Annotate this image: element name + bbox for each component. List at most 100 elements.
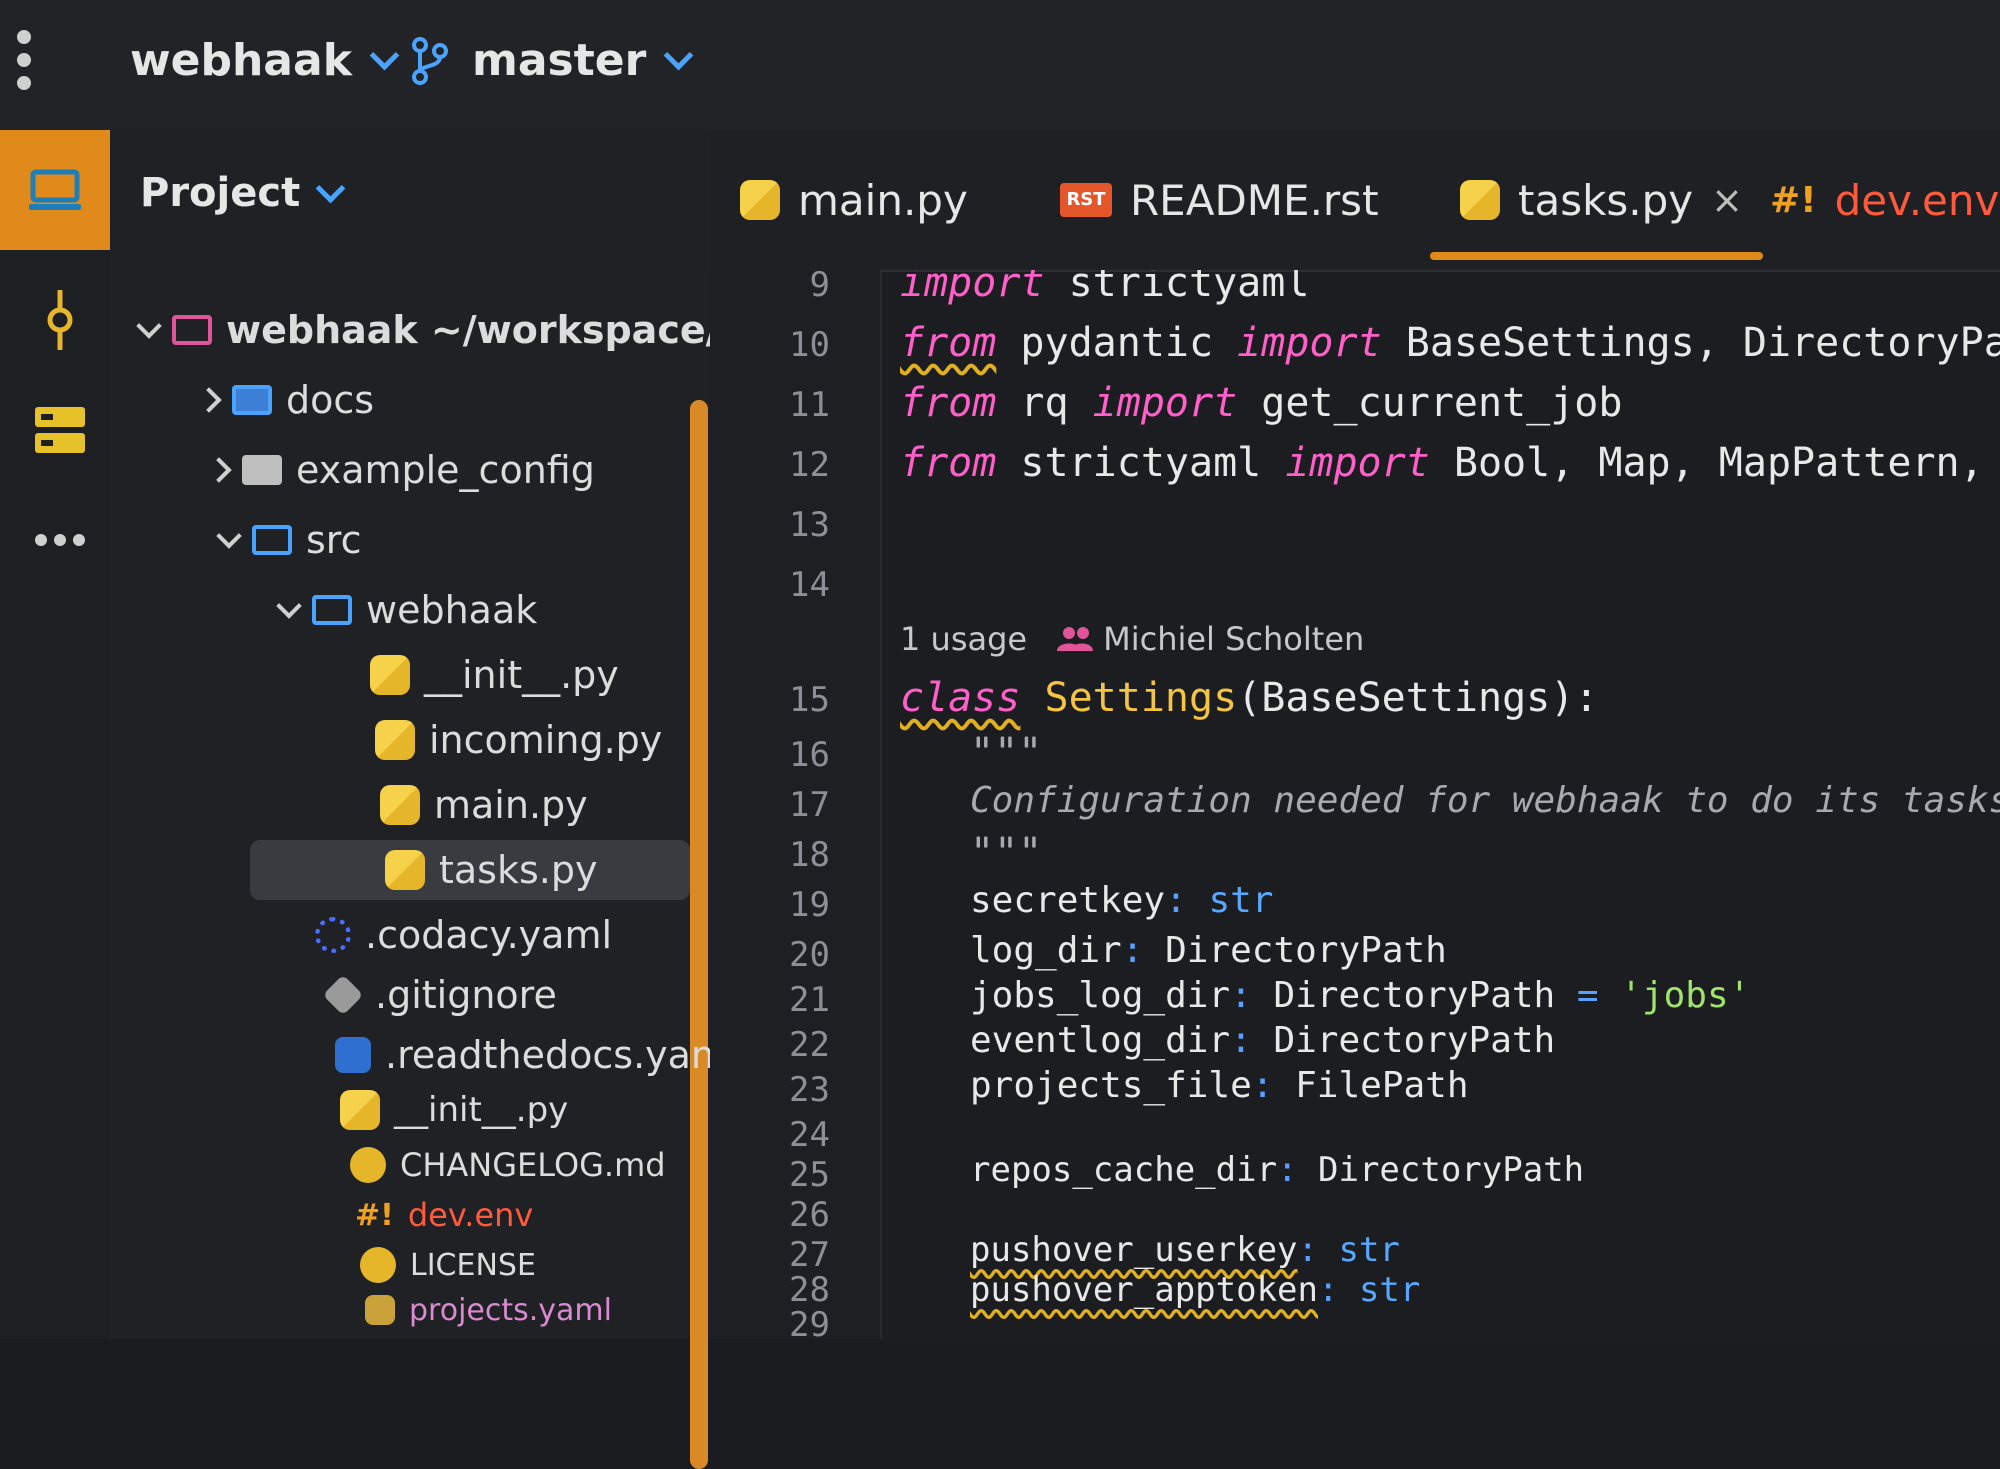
tab-dev-env[interactable]: #! dev.env: [1770, 160, 1999, 240]
project-panel-header[interactable]: Project: [140, 170, 346, 216]
tab-readme-rst[interactable]: RST README.rst: [1060, 160, 1379, 240]
usage-count[interactable]: 1 usage: [900, 620, 1027, 658]
tree-item-incoming-py[interactable]: incoming.py: [375, 710, 662, 770]
author-hint[interactable]: Michiel Scholten: [1057, 620, 1364, 658]
tree-item-root-init-py[interactable]: __init__.py: [340, 1080, 568, 1140]
tree-root[interactable]: webhaak ~/workspace/pr: [136, 300, 765, 360]
tree-item-example-config[interactable]: example_config: [206, 440, 595, 500]
keyword: from: [900, 440, 997, 486]
structure-tool-button[interactable]: [30, 400, 90, 460]
code-text: =: [1555, 975, 1621, 1016]
branch-switcher[interactable]: master: [410, 35, 694, 86]
menu-icon[interactable]: [12, 30, 36, 90]
python-icon: [370, 655, 410, 695]
tab-label: dev.env: [1834, 175, 2000, 225]
tree-item-projects-yaml[interactable]: projects.yaml: [365, 1280, 612, 1340]
field-name: secretkey: [970, 880, 1166, 921]
rst-icon: RST: [1060, 183, 1112, 217]
tree-scrollbar[interactable]: [690, 400, 708, 1469]
code-line-16: """: [970, 730, 1043, 776]
chevron-right-icon: [196, 387, 222, 413]
line-number: 16: [789, 735, 830, 775]
type-name: str: [1208, 880, 1274, 921]
field-name: log_dir: [970, 930, 1122, 971]
python-icon: [740, 180, 780, 220]
structure-icon: [35, 407, 85, 453]
line-number: 25: [789, 1155, 830, 1195]
tool-window-strip: [0, 130, 110, 1339]
line-number: 28: [789, 1270, 830, 1310]
code-text: get_current_job: [1237, 380, 1623, 426]
line-number: 13: [789, 505, 830, 545]
tree-item-label: webhaak: [366, 588, 538, 632]
code-text: :: [1165, 880, 1209, 921]
top-toolbar: webhaak master: [0, 0, 2000, 132]
code-text: :: [1230, 1020, 1274, 1061]
code-line-28: pushover_apptoken: str: [970, 1270, 1420, 1310]
python-icon: [385, 850, 425, 890]
editor-tabs: main.py RST README.rst tasks.py × #! dev…: [710, 130, 2000, 272]
code-vision-hint[interactable]: 1 usage Michiel Scholten: [900, 620, 1364, 658]
folder-icon: [172, 315, 212, 345]
python-icon: [380, 785, 420, 825]
type-name: DirectoryPath: [1273, 1020, 1556, 1061]
type-name: DirectoryPath: [1165, 930, 1447, 971]
more-tools-button[interactable]: [30, 510, 90, 570]
field-name: projects_file: [970, 1065, 1252, 1106]
tree-item-docs[interactable]: docs: [196, 370, 375, 430]
tree-item-gitignore[interactable]: .gitignore: [322, 965, 557, 1025]
tree-item-main-py[interactable]: main.py: [380, 775, 588, 835]
field-name: eventlog_dir: [970, 1020, 1231, 1061]
line-number-gutter: 9 10 11 12 13 14 15 16 17 18 19 20 21 22…: [710, 265, 882, 1345]
tree-item-label: dev.env: [407, 1196, 534, 1234]
tree-item-codacy[interactable]: .codacy.yaml: [315, 905, 612, 965]
tree-item-label: __init__.py: [424, 653, 619, 697]
project-tool-button[interactable]: [0, 130, 110, 250]
code-editor[interactable]: import strictyaml from pydantic import B…: [900, 270, 2000, 1339]
line-number: 9: [809, 265, 830, 305]
code-text: pydantic: [996, 320, 1238, 366]
folder-icon: [312, 595, 352, 625]
tree-item-label: docs: [286, 378, 375, 422]
tree-item-label: .codacy.yaml: [365, 913, 613, 957]
keyword: class: [900, 675, 1021, 721]
monitor-icon: [29, 169, 81, 210]
book-icon: [335, 1037, 371, 1073]
env-icon: #!: [1770, 179, 1817, 221]
keyword: import: [1092, 380, 1238, 426]
type-name: DirectoryPath: [1273, 975, 1556, 1016]
close-icon[interactable]: ×: [1711, 178, 1743, 222]
tree-item-label: src: [306, 518, 362, 562]
line-number: 21: [789, 980, 830, 1020]
tree-item-label: projects.yaml: [409, 1292, 612, 1328]
project-switcher[interactable]: webhaak: [130, 35, 400, 86]
keyword: from: [900, 320, 997, 366]
tree-item-readthedocs[interactable]: .readthedocs.yaml: [335, 1025, 739, 1085]
commit-tool-button[interactable]: [30, 290, 90, 350]
tree-item-tasks-py[interactable]: tasks.py: [250, 840, 690, 900]
changelog-icon: [350, 1147, 386, 1183]
python-icon: [375, 720, 415, 760]
type-name: FilePath: [1295, 1065, 1469, 1106]
code-line-23: projects_file: FilePath: [970, 1065, 1469, 1106]
tree-item-src[interactable]: src: [216, 510, 362, 570]
tab-main-py[interactable]: main.py: [740, 160, 968, 240]
field-name: jobs_log_dir: [970, 975, 1231, 1016]
tree-item-webhaak[interactable]: webhaak: [276, 580, 538, 640]
chevron-down-icon: [369, 40, 400, 71]
author-name: Michiel Scholten: [1103, 620, 1365, 658]
gitignore-icon: [322, 974, 364, 1016]
tab-tasks-py[interactable]: tasks.py ×: [1429, 160, 1764, 260]
code-text: :: [1277, 1150, 1318, 1190]
tree-item-label: LICENSE: [410, 1247, 536, 1283]
keyword: import: [900, 270, 1045, 306]
code-text: :: [1121, 930, 1166, 971]
type-name: str: [1358, 1270, 1421, 1310]
branch-icon: [412, 36, 448, 85]
code-line-17: Configuration needed for webhaak to do i…: [970, 780, 2000, 821]
code-text: :: [1318, 1270, 1359, 1310]
python-icon: [340, 1090, 380, 1130]
tree-item-init-py[interactable]: __init__.py: [370, 645, 619, 705]
line-number: 20: [789, 935, 830, 975]
chevron-down-icon: [663, 40, 694, 71]
